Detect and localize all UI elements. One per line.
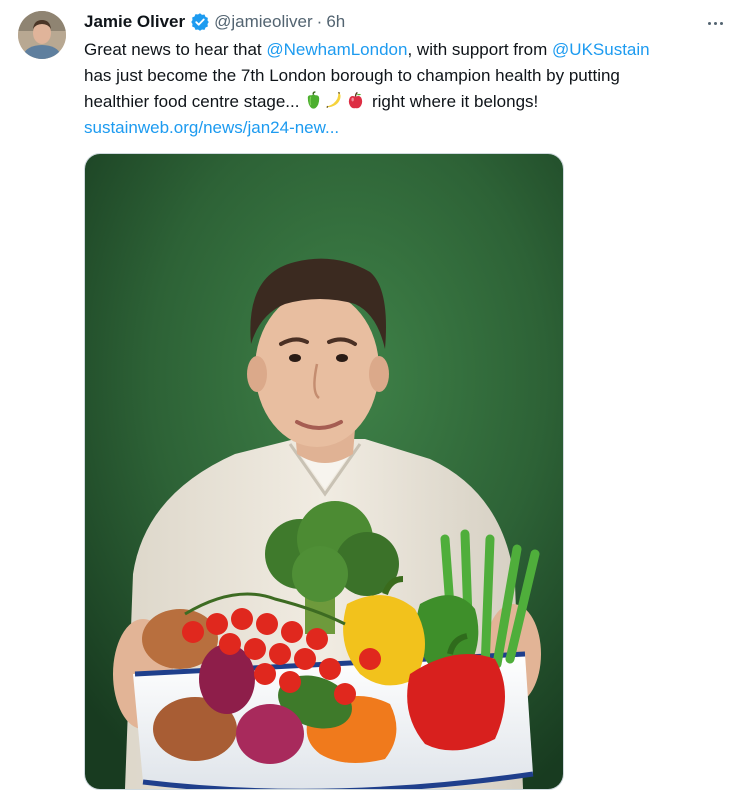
more-options-icon[interactable] (703, 14, 727, 32)
tweet-timestamp[interactable]: 6h (326, 12, 345, 32)
tweet-text-line-3: healthier food centre stage... right whe… (84, 89, 724, 115)
tweet-text-line-2: has just become the 7th London borough t… (84, 66, 620, 85)
text-segment: , with support from (407, 40, 553, 59)
text-segment: Great news to hear that (84, 40, 267, 59)
verified-badge-icon[interactable] (190, 12, 210, 32)
tweet-header: Jamie Oliver @jamieoliver · 6h (84, 11, 345, 33)
mention-uksustain[interactable]: @UKSustain (552, 40, 650, 59)
text-segment: healthier food centre stage... (84, 92, 300, 111)
apple-emoji (346, 91, 365, 110)
more-dot (713, 21, 717, 25)
banana-emoji (325, 91, 344, 110)
author-handle[interactable]: @jamieoliver (214, 12, 313, 32)
tweet-link[interactable]: sustainweb.org/news/jan24-new... (84, 115, 724, 141)
more-dot (719, 21, 723, 25)
tweet-text: Great news to hear that @NewhamLondon, w… (84, 37, 724, 141)
photo-illustration (85, 154, 563, 789)
author-name[interactable]: Jamie Oliver (84, 12, 185, 32)
header-separator: · (316, 12, 323, 31)
mention-newhamlondon[interactable]: @NewhamLondon (266, 40, 407, 59)
bell-pepper-emoji (304, 91, 323, 110)
tweet-text-line-1: Great news to hear that @NewhamLondon, w… (84, 37, 724, 63)
more-dot (707, 21, 711, 25)
author-avatar[interactable] (18, 11, 66, 59)
tweet-photo[interactable] (84, 153, 564, 790)
text-segment: right where it belongs! (371, 92, 539, 111)
